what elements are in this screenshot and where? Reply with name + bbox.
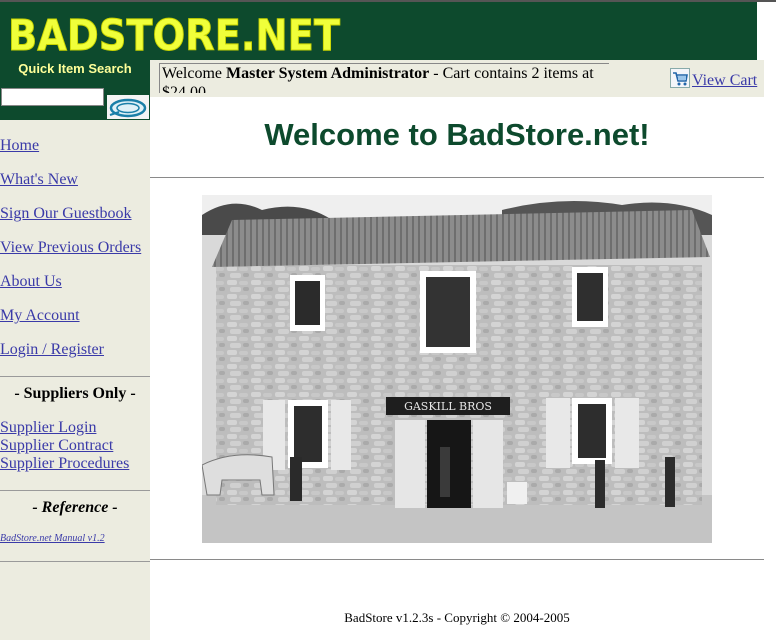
nav-home[interactable]: Home: [0, 137, 39, 155]
suppliers-heading: - Suppliers Only -: [14, 385, 136, 402]
welcome-bar: Welcome Master System Administrator - Ca…: [150, 60, 764, 97]
nav-about-us[interactable]: About Us: [0, 273, 62, 291]
sidebar-divider: [0, 376, 150, 377]
supplier-procedures-link[interactable]: Supplier Procedures: [0, 455, 129, 473]
search-button[interactable]: [107, 95, 149, 119]
nav-whats-new[interactable]: What's New: [0, 171, 78, 189]
nav-login-register[interactable]: Login / Register: [0, 341, 104, 359]
sidebar: Home What's New Sign Our Guestbook View …: [0, 120, 150, 640]
footer-divider: [150, 559, 764, 560]
footer-copyright: BadStore v1.2.3s - Copyright © 2004-2005: [344, 610, 570, 625]
supplier-contract-link[interactable]: Supplier Contract: [0, 437, 113, 455]
nav-my-account[interactable]: My Account: [0, 307, 80, 325]
shopping-cart-icon[interactable]: [670, 68, 690, 93]
store-photo: GASKILL BROS: [201, 195, 712, 543]
welcome-prefix: Welcome: [162, 65, 227, 82]
page-title: Welcome to BadStore.net!: [264, 117, 650, 152]
quick-search-input[interactable]: [1, 88, 104, 106]
welcome-message: Welcome Master System Administrator - Ca…: [159, 63, 609, 93]
title-divider: [150, 177, 764, 178]
site-logo[interactable]: BADSTORE.NET: [6, 8, 346, 63]
view-cart-link[interactable]: View Cart: [692, 72, 757, 89]
manual-link[interactable]: BadStore.net Manual v1.2: [0, 533, 105, 544]
magnifier-icon: [109, 98, 147, 118]
supplier-login-link[interactable]: Supplier Login: [0, 419, 96, 437]
site-header: BADSTORE.NET: [0, 2, 757, 63]
sidebar-divider: [0, 490, 150, 491]
sidebar-divider: [0, 561, 150, 562]
reference-heading: - Reference -: [32, 499, 118, 516]
quick-search-panel: Quick Item Search: [0, 60, 150, 120]
nav-previous-orders[interactable]: View Previous Orders: [0, 239, 141, 257]
view-cart[interactable]: View Cart: [670, 68, 757, 93]
quick-search-label: Quick Item Search: [18, 61, 132, 76]
nav-guestbook[interactable]: Sign Our Guestbook: [0, 205, 132, 223]
svg-text:BADSTORE.NET: BADSTORE.NET: [8, 11, 341, 58]
store-sign-text: GASKILL BROS: [404, 400, 492, 413]
welcome-user: Master System Administrator: [226, 65, 430, 82]
